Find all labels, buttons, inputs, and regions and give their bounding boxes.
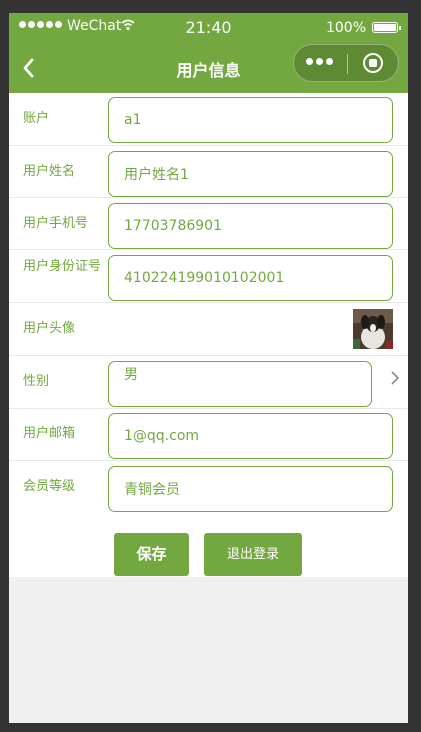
email-row: 用户邮箱 [9, 409, 408, 461]
email-field[interactable] [108, 413, 393, 459]
user-name-label: 用户姓名 [23, 164, 76, 179]
user-info-form: 账户 用户姓名 用户手机号 用户身份证号 用户头像 [9, 93, 408, 577]
capsule-divider [347, 54, 348, 74]
member-level-label: 会员等级 [23, 479, 76, 494]
close-circle-icon[interactable] [363, 53, 383, 73]
phone-input[interactable] [124, 204, 384, 248]
user-name-row: 用户姓名 [9, 146, 408, 198]
id-card-field[interactable] [108, 255, 393, 301]
action-buttons: 保存 退出登录 [9, 533, 408, 577]
user-name-input[interactable] [124, 152, 384, 196]
gender-value: 男 [124, 367, 138, 383]
chevron-right-icon[interactable] [390, 370, 400, 386]
member-level-field[interactable] [108, 466, 393, 512]
account-field[interactable] [108, 97, 393, 143]
phone-label: 用户手机号 [23, 216, 89, 231]
phone-field[interactable] [108, 203, 393, 249]
logout-button[interactable]: 退出登录 [204, 533, 302, 576]
id-card-input[interactable] [124, 256, 384, 300]
navigation-bar: 用户信息 [9, 43, 408, 93]
more-dots-icon[interactable] [306, 58, 333, 65]
id-card-label: 用户身份证号 [23, 259, 102, 274]
user-name-field[interactable] [108, 151, 393, 197]
email-label: 用户邮箱 [23, 426, 76, 441]
phone-screen: WeChat 21:40 100% 用户信息 账户 用户姓名 [9, 13, 408, 723]
gender-label: 性别 [23, 374, 50, 389]
avatar-label: 用户头像 [23, 321, 76, 336]
status-bar: WeChat 21:40 100% [9, 13, 408, 43]
member-level-row: 会员等级 [9, 461, 408, 514]
member-level-input[interactable] [124, 467, 384, 511]
id-card-row: 用户身份证号 [9, 250, 408, 303]
avatar[interactable] [353, 309, 393, 349]
battery-percentage: 100% [325, 20, 366, 36]
account-input[interactable] [124, 98, 384, 142]
email-input[interactable] [124, 414, 384, 458]
phone-row: 用户手机号 [9, 198, 408, 250]
gender-select[interactable]: 男 [108, 361, 372, 407]
mini-program-capsule [293, 44, 399, 82]
save-button[interactable]: 保存 [114, 533, 189, 576]
avatar-row[interactable]: 用户头像 [9, 303, 408, 356]
account-label: 账户 [23, 111, 50, 126]
account-row: 账户 [9, 93, 408, 146]
gender-row: 性别 男 [9, 356, 408, 409]
battery-icon [372, 22, 401, 33]
